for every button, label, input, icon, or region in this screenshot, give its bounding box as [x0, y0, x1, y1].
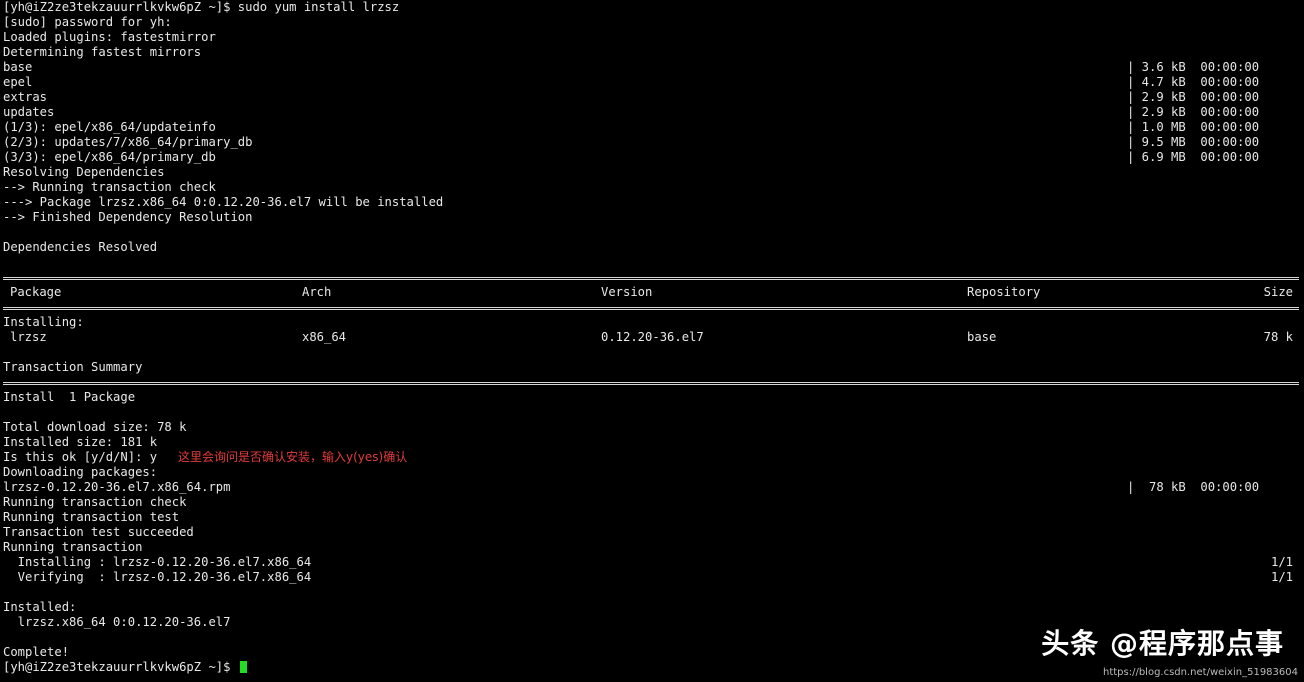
- header-size: Size: [1263, 285, 1293, 299]
- total-download-line: Total download size: 78 k: [3, 420, 187, 434]
- table-row: lrzsz x86_64 0.12.20-36.el7 base 78 k: [3, 330, 1299, 345]
- installed-label: Installed:: [3, 600, 77, 614]
- transaction-check-line: --> Running transaction check: [3, 180, 216, 194]
- repo-line: (3/3): epel/x86_64/primary_db | 6.9 MB 00…: [3, 150, 1260, 164]
- repo-line: (2/3): updates/7/x86_64/primary_db | 9.5 …: [3, 135, 1260, 149]
- header-arch: Arch: [302, 285, 332, 299]
- installed-size-line: Installed size: 181 k: [3, 435, 158, 449]
- repo-line: updates | 2.9 kB 00:00:00: [3, 105, 1260, 119]
- verifying-progress-line: Verifying : lrzsz-0.12.20-36.el7.x86_64 1…: [3, 570, 1293, 584]
- run-test-line: Running transaction test: [3, 510, 180, 524]
- table-header: Package Arch Version Repository Size: [3, 285, 1299, 300]
- repo-line: extras | 2.9 kB 00:00:00: [3, 90, 1260, 104]
- annotation-note: 这里会询问是否确认安装，输入y(yes)确认: [178, 450, 408, 464]
- terminal-output[interactable]: [yh@iZ2ze3tekzauurrlkvkw6pZ ~]$ sudo yum…: [3, 0, 1299, 675]
- mirrors-line: Determining fastest mirrors: [3, 45, 202, 59]
- resolving-line: Resolving Dependencies: [3, 165, 165, 179]
- cell-arch: x86_64: [302, 330, 347, 344]
- run-check-line: Running transaction check: [3, 495, 187, 509]
- installing-section: Installing:: [3, 315, 84, 329]
- confirm-prompt-line: Is this ok [y/d/N]: y 这里会询问是否确认安装，输入y(yes…: [3, 450, 408, 464]
- cell-repository: base: [967, 330, 997, 344]
- header-package: Package: [10, 285, 62, 299]
- command-line: [yh@iZ2ze3tekzauurrlkvkw6pZ ~]$ sudo yum…: [3, 0, 400, 14]
- package-line: ---> Package lrzsz.x86_64 0:0.12.20-36.e…: [3, 195, 444, 209]
- watermark-url: https://blog.csdn.net/weixin_51983604: [1102, 667, 1298, 678]
- separator: [3, 375, 1299, 390]
- separator: [3, 300, 1299, 315]
- sudo-password-line: [sudo] password for yh:: [3, 15, 172, 29]
- cell-package: lrzsz: [10, 330, 47, 344]
- summary-title: Transaction Summary: [3, 360, 143, 374]
- terminal-cursor: [239, 661, 247, 673]
- repo-line: (1/3): epel/x86_64/updateinfo | 1.0 MB 00…: [3, 120, 1260, 134]
- running-transaction-line: Running transaction: [3, 540, 143, 554]
- downloading-line: Downloading packages:: [3, 465, 158, 479]
- finished-resolution-line: --> Finished Dependency Resolution: [3, 210, 253, 224]
- header-repository: Repository: [967, 285, 1041, 299]
- installing-progress-line: Installing : lrzsz-0.12.20-36.el7.x86_64…: [3, 555, 1293, 569]
- repo-line: base | 3.6 kB 00:00:00: [3, 60, 1260, 74]
- rpm-download-line: lrzsz-0.12.20-36.el7.x86_64.rpm | 78 kB 0…: [3, 480, 1260, 494]
- watermark-brand: 头条 @程序那点事: [1041, 627, 1284, 660]
- cell-version: 0.12.20-36.el7: [601, 330, 704, 344]
- plugins-line: Loaded plugins: fastestmirror: [3, 30, 216, 44]
- repo-line: epel | 4.7 kB 00:00:00: [3, 75, 1260, 89]
- test-succeeded-line: Transaction test succeeded: [3, 525, 194, 539]
- install-count-line: Install 1 Package: [3, 390, 136, 404]
- header-version: Version: [601, 285, 653, 299]
- separator: [3, 270, 1299, 285]
- dependencies-resolved-line: Dependencies Resolved: [3, 240, 158, 254]
- cell-size: 78 k: [1263, 330, 1293, 344]
